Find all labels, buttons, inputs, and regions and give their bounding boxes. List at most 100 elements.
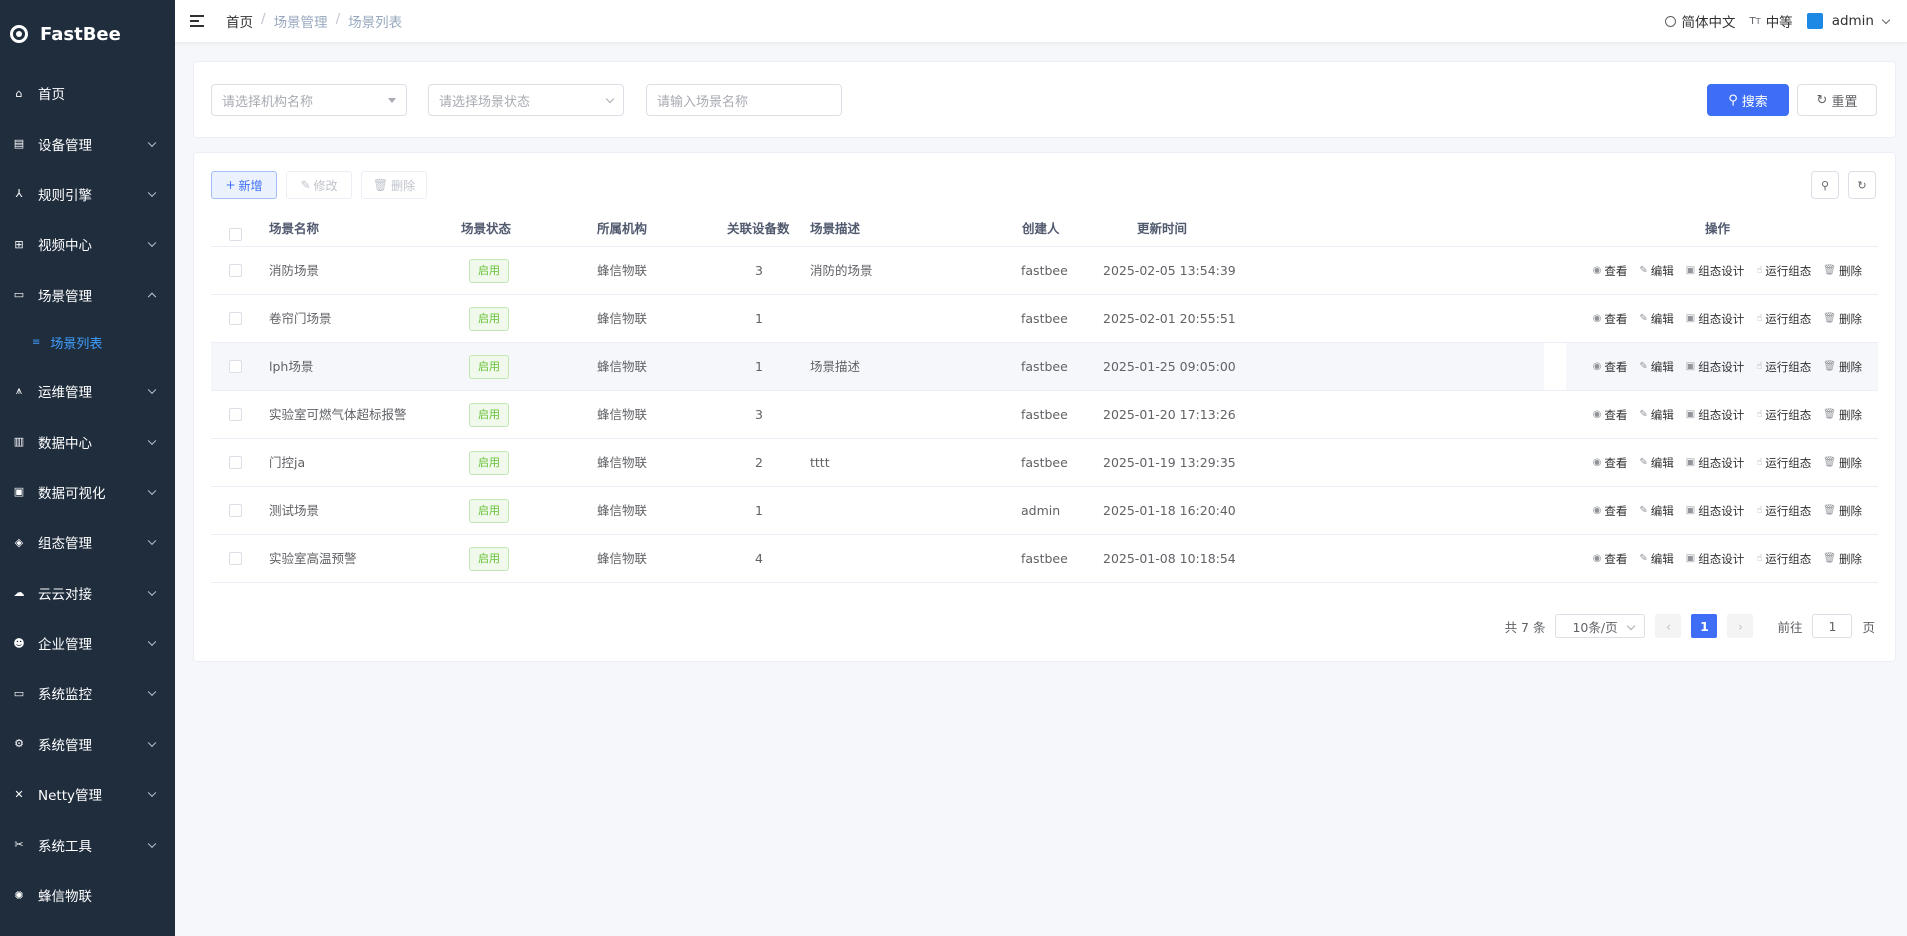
sidebar-item-7[interactable]: ▣ 数据可视化 (0, 467, 175, 517)
org-select[interactable]: 请选择机构名称 (211, 84, 407, 116)
action-edit-button[interactable]: ✎ 编辑 (1639, 263, 1673, 279)
run-icon: ☝ (1756, 265, 1763, 276)
sidebar-item-4[interactable]: ▭ 场景管理 (0, 270, 175, 320)
action-design-button[interactable]: ▣ 组态设计 (1686, 455, 1744, 471)
action-label: 运行组态 (1765, 455, 1812, 470)
chevron-down-icon (147, 536, 157, 546)
page-number[interactable]: 1 (1691, 614, 1718, 638)
search-button[interactable]: ⚲ 搜索 (1707, 84, 1789, 116)
prev-page-button[interactable]: ‹ (1655, 614, 1682, 638)
sidebar-item-9[interactable]: ☁ 云云对接 (0, 568, 175, 618)
trash-icon: 🗑 (1823, 553, 1836, 564)
action-eye-button[interactable]: ◉ 查看 (1593, 263, 1628, 279)
action-edit-button[interactable]: ✎ 编辑 (1639, 455, 1673, 471)
action-trash-button[interactable]: 🗑 删除 (1823, 407, 1862, 423)
device-icon: ▤ (13, 137, 25, 151)
netty-icon: ✕ (14, 787, 24, 801)
total-count: 共 7 条 (1504, 619, 1546, 635)
action-label: 编辑 (1650, 263, 1674, 278)
action-trash-button[interactable]: 🗑 删除 (1823, 263, 1862, 279)
action-eye-button[interactable]: ◉ 查看 (1593, 359, 1628, 375)
action-edit-button[interactable]: ✎ 编辑 (1639, 311, 1673, 327)
sidebar-item-label: 云云对接 (38, 586, 92, 603)
action-run-button[interactable]: ☝ 运行组态 (1756, 359, 1811, 375)
cell-scene-name: 实验室高温预警 (269, 551, 357, 566)
action-run-button[interactable]: ☝ 运行组态 (1756, 455, 1811, 471)
row-checkbox[interactable] (229, 552, 242, 565)
sidebar-item-14[interactable]: ✂ 系统工具 (0, 819, 175, 869)
edit-button[interactable]: ✎ 修改 (286, 171, 352, 199)
action-eye-button[interactable]: ◉ 查看 (1593, 311, 1628, 327)
action-trash-button[interactable]: 🗑 删除 (1823, 359, 1862, 375)
cell-creator: fastbee (1021, 311, 1068, 326)
action-trash-button[interactable]: 🗑 删除 (1823, 503, 1862, 519)
sidebar-item-15[interactable]: ✺ 蜂信物联 (0, 870, 175, 920)
row-checkbox[interactable] (229, 360, 242, 373)
action-trash-button[interactable]: 🗑 删除 (1823, 455, 1862, 471)
size-switch[interactable]: TT 中等 (1749, 11, 1792, 31)
cell-org: 蜂信物联 (597, 311, 648, 326)
page-size-select[interactable]: 10条/页 (1555, 614, 1646, 638)
sidebar-item-6[interactable]: ▥ 数据中心 (0, 416, 175, 466)
scene-name-input[interactable]: 请输入场景名称 (646, 84, 842, 116)
sidebar-item-13[interactable]: ✕ Netty管理 (0, 769, 175, 819)
action-trash-button[interactable]: 🗑 删除 (1823, 551, 1862, 567)
action-design-button[interactable]: ▣ 组态设计 (1686, 407, 1744, 423)
next-page-button[interactable]: › (1727, 614, 1754, 638)
language-switch[interactable]: 简体中文 (1665, 11, 1735, 31)
action-design-button[interactable]: ▣ 组态设计 (1686, 263, 1744, 279)
action-eye-button[interactable]: ◉ 查看 (1593, 455, 1628, 471)
sidebar-item-12[interactable]: ⚙ 系统管理 (0, 719, 175, 769)
row-checkbox[interactable] (229, 264, 242, 277)
action-run-button[interactable]: ☝ 运行组态 (1756, 407, 1811, 423)
action-edit-button[interactable]: ✎ 编辑 (1639, 551, 1673, 567)
action-design-button[interactable]: ▣ 组态设计 (1686, 311, 1744, 327)
user-menu[interactable]: admin (1806, 13, 1891, 29)
sidebar-item-0[interactable]: ⌂ 首页 (0, 68, 175, 118)
sidebar-subitem-scene-list[interactable]: ≡ 场景列表 (0, 319, 175, 366)
action-run-button[interactable]: ☝ 运行组态 (1756, 311, 1811, 327)
sidebar-item-5[interactable]: ⩚ 运维管理 (0, 366, 175, 416)
refresh-button[interactable]: ↻ (1848, 171, 1876, 199)
hamburger-icon[interactable] (190, 15, 204, 27)
add-button[interactable]: + 新增 (211, 171, 277, 199)
row-checkbox[interactable] (229, 456, 242, 469)
table-row: lph场景 启用 蜂信物联 1 场景描述 fastbee 2025-01-25 09:05:… (211, 343, 1878, 391)
action-edit-button[interactable]: ✎ 编辑 (1639, 503, 1673, 519)
sidebar-item-2[interactable]: ⅄ 规则引擎 (0, 169, 175, 219)
logo[interactable]: FastBee (0, 0, 175, 68)
add-button-label: 新增 (238, 178, 263, 193)
action-label: 组态设计 (1698, 551, 1745, 566)
action-run-button[interactable]: ☝ 运行组态 (1756, 551, 1811, 567)
row-checkbox[interactable] (229, 504, 242, 517)
breadcrumb-home[interactable]: 首页 (226, 11, 253, 31)
sidebar-item-8[interactable]: ◈ 组态管理 (0, 517, 175, 567)
action-run-button[interactable]: ☝ 运行组态 (1756, 503, 1811, 519)
action-design-button[interactable]: ▣ 组态设计 (1686, 359, 1744, 375)
select-all-checkbox[interactable] (229, 228, 242, 241)
action-eye-button[interactable]: ◉ 查看 (1593, 503, 1628, 519)
action-trash-button[interactable]: 🗑 删除 (1823, 311, 1862, 327)
trash-icon: 🗑 (1823, 505, 1836, 516)
goto-prefix: 前往 (1777, 619, 1803, 635)
sidebar-item-3[interactable]: ⊞ 视频中心 (0, 219, 175, 269)
goto-page-input[interactable]: 1 (1812, 614, 1853, 638)
sidebar-item-10[interactable]: ☻ 企业管理 (0, 618, 175, 668)
action-eye-button[interactable]: ◉ 查看 (1593, 407, 1628, 423)
row-checkbox[interactable] (229, 312, 242, 325)
action-edit-button[interactable]: ✎ 编辑 (1639, 407, 1673, 423)
action-run-button[interactable]: ☝ 运行组态 (1756, 263, 1811, 279)
action-eye-button[interactable]: ◉ 查看 (1593, 551, 1628, 567)
row-checkbox[interactable] (229, 408, 242, 421)
action-design-button[interactable]: ▣ 组态设计 (1686, 503, 1744, 519)
sidebar-item-11[interactable]: ▭ 系统监控 (0, 668, 175, 718)
action-edit-button[interactable]: ✎ 编辑 (1639, 359, 1673, 375)
sidebar-item-1[interactable]: ▤ 设备管理 (0, 118, 175, 168)
action-label: 删除 (1839, 359, 1862, 374)
toggle-search-button[interactable]: ⚲ (1811, 171, 1839, 199)
edit-icon: ✎ (1639, 457, 1648, 468)
delete-button[interactable]: 🗑 删除 (361, 171, 427, 199)
reset-button[interactable]: ↻ 重置 (1797, 84, 1877, 116)
action-design-button[interactable]: ▣ 组态设计 (1686, 551, 1744, 567)
status-select[interactable]: 请选择场景状态 (428, 84, 624, 116)
